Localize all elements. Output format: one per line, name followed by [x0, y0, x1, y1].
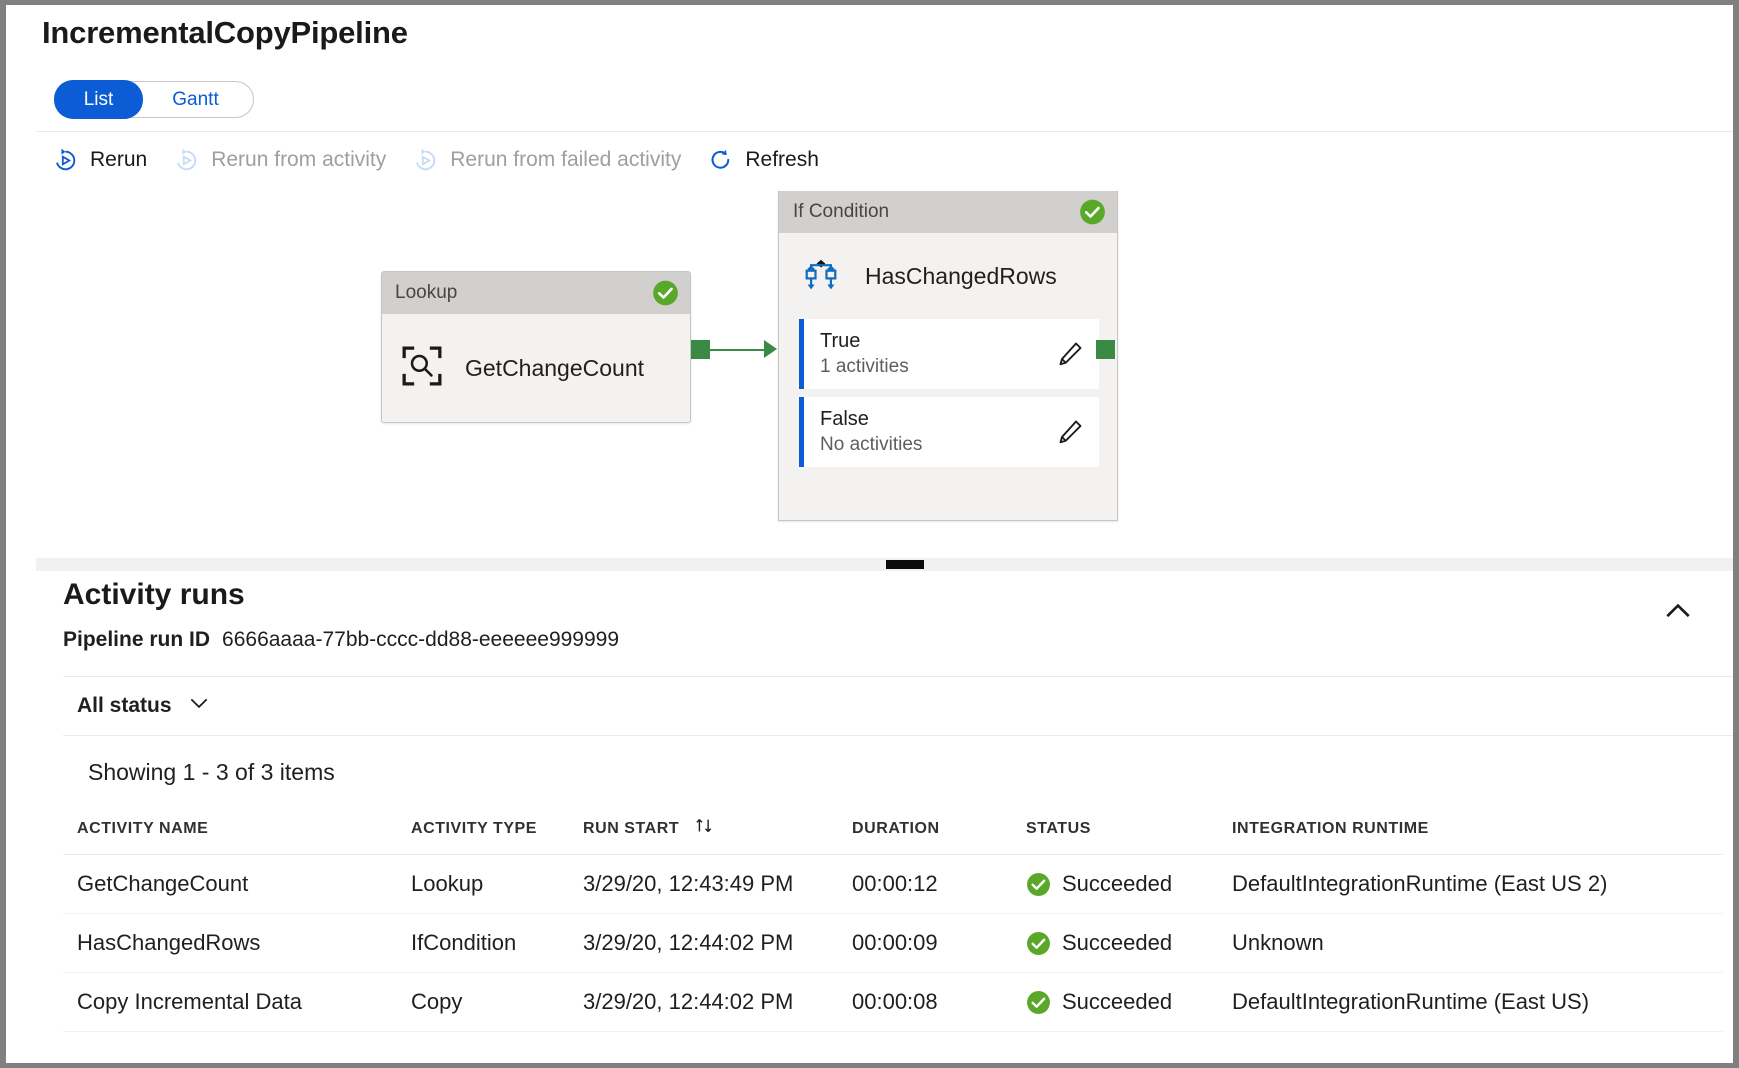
success-check-icon: [652, 280, 679, 307]
rerun-from-activity-label: Rerun from activity: [211, 148, 386, 172]
pipeline-run-id-value: 6666aaaa-77bb-cccc-dd88-eeeeee999999: [222, 628, 619, 652]
refresh-button[interactable]: Refresh: [707, 147, 819, 174]
table-row[interactable]: HasChangedRows IfCondition 3/29/20, 12:4…: [63, 914, 1723, 973]
column-header-run-start[interactable]: RUN START: [569, 803, 838, 855]
column-header-activity-type[interactable]: ACTIVITY TYPE: [397, 803, 569, 855]
table-row[interactable]: GetChangeCount Lookup 3/29/20, 12:43:49 …: [63, 855, 1723, 914]
cell-status: Succeeded: [1012, 914, 1218, 973]
if-branch-false[interactable]: False No activities: [799, 397, 1099, 467]
column-header-duration[interactable]: DURATION: [838, 803, 1012, 855]
cell-status: Succeeded: [1012, 973, 1218, 1032]
cell-run-start: 3/29/20, 12:44:02 PM: [569, 973, 838, 1032]
if-node-header: If Condition: [779, 191, 1117, 233]
connector-line: [708, 349, 764, 351]
rerun-label: Rerun: [90, 148, 147, 172]
branch-name-label: True: [820, 328, 909, 354]
status-label: Succeeded: [1062, 989, 1172, 1015]
cell-run-start: 3/29/20, 12:44:02 PM: [569, 914, 838, 973]
rerun-from-activity-icon: [173, 147, 200, 174]
branch-name-label: False: [820, 406, 922, 432]
rerun-from-failed-activity-button[interactable]: Rerun from failed activity: [412, 147, 681, 174]
activity-node-lookup[interactable]: Lookup GetChangeCount: [381, 271, 691, 423]
column-header-status[interactable]: STATUS: [1012, 803, 1218, 855]
refresh-label: Refresh: [745, 148, 819, 172]
cell-integration-runtime: DefaultIntegrationRuntime (East US): [1218, 973, 1723, 1032]
pencil-icon[interactable]: [1055, 339, 1085, 369]
node-body: GetChangeCount: [382, 314, 690, 422]
tab-gantt[interactable]: Gantt: [143, 81, 248, 118]
status-filter-label: All status: [77, 694, 172, 718]
rerun-button[interactable]: Rerun: [52, 147, 147, 174]
rerun-from-activity-button[interactable]: Rerun from activity: [173, 147, 386, 174]
node-type-label: Lookup: [395, 282, 457, 304]
branch-activity-count: 1 activities: [820, 354, 909, 380]
table-header-row: ACTIVITY NAME ACTIVITY TYPE RUN START DU…: [63, 803, 1723, 855]
success-check-icon: [1026, 990, 1051, 1015]
page-title: IncrementalCopyPipeline: [42, 15, 408, 51]
table-row[interactable]: Copy Incremental Data Copy 3/29/20, 12:4…: [63, 973, 1723, 1032]
if-node-type-label: If Condition: [793, 201, 889, 223]
if-node-title-row: HasChangedRows: [779, 233, 1117, 319]
activity-node-if-condition[interactable]: If Condition: [778, 191, 1118, 521]
pipeline-run-id-label: Pipeline run ID: [63, 628, 210, 652]
cell-duration: 00:00:08: [838, 973, 1012, 1032]
connector-arrowhead: [764, 340, 777, 358]
if-branch-true[interactable]: True 1 activities: [799, 319, 1099, 389]
pipeline-run-id-row: Pipeline run ID 6666aaaa-77bb-cccc-dd88-…: [63, 628, 619, 652]
cell-integration-runtime: Unknown: [1218, 914, 1723, 973]
rerun-from-failed-activity-icon: [412, 147, 439, 174]
chevron-up-icon[interactable]: [1660, 593, 1696, 629]
status-label: Succeeded: [1062, 871, 1172, 897]
pencil-icon[interactable]: [1055, 417, 1085, 447]
showing-count-text: Showing 1 - 3 of 3 items: [88, 759, 335, 786]
cell-activity-type: IfCondition: [397, 914, 569, 973]
command-toolbar: Rerun Rerun from activity Rerun from: [36, 131, 1733, 189]
status-label: Succeeded: [1062, 930, 1172, 956]
cell-activity-name: HasChangedRows: [63, 914, 397, 973]
status-filter-dropdown[interactable]: All status: [77, 690, 212, 722]
chevron-down-icon: [186, 690, 212, 722]
branch-text-block: True 1 activities: [804, 328, 909, 380]
success-check-icon: [1026, 931, 1051, 956]
branch-text-block: False No activities: [804, 406, 922, 458]
cell-activity-name: Copy Incremental Data: [63, 973, 397, 1032]
cell-status: Succeeded: [1012, 855, 1218, 914]
tab-list[interactable]: List: [54, 80, 143, 119]
status-filter-bar: All status: [63, 676, 1733, 736]
node-header: Lookup: [382, 272, 690, 314]
cell-run-start: 3/29/20, 12:43:49 PM: [569, 855, 838, 914]
canvas-hscrollbar-thumb[interactable]: [886, 560, 924, 569]
column-header-run-start-label: RUN START: [583, 820, 679, 837]
column-header-activity-name[interactable]: ACTIVITY NAME: [63, 803, 397, 855]
pipeline-canvas[interactable]: Lookup GetChangeCount: [36, 188, 1733, 558]
cell-activity-name: GetChangeCount: [63, 855, 397, 914]
canvas-hscrollbar-track[interactable]: [36, 558, 1733, 571]
success-check-icon: [1079, 199, 1106, 226]
if-node-output-port[interactable]: [1096, 340, 1115, 359]
cell-activity-type: Copy: [397, 973, 569, 1032]
if-node-name-label: HasChangedRows: [865, 263, 1057, 290]
cell-duration: 00:00:12: [838, 855, 1012, 914]
view-switcher: List Gantt: [54, 81, 254, 118]
sort-updown-icon[interactable]: [693, 815, 715, 842]
rerun-from-failed-activity-label: Rerun from failed activity: [450, 148, 681, 172]
activity-runs-title: Activity runs: [63, 578, 245, 612]
column-header-integration-runtime[interactable]: INTEGRATION RUNTIME: [1218, 803, 1723, 855]
cell-duration: 00:00:09: [838, 914, 1012, 973]
cell-activity-type: Lookup: [397, 855, 569, 914]
cell-integration-runtime: DefaultIntegrationRuntime (East US 2): [1218, 855, 1723, 914]
branch-activity-count: No activities: [820, 432, 922, 458]
if-condition-branch-icon: [799, 252, 843, 301]
node-name-label: GetChangeCount: [465, 355, 644, 382]
activity-runs-table: ACTIVITY NAME ACTIVITY TYPE RUN START DU…: [63, 803, 1723, 1032]
success-check-icon: [1026, 872, 1051, 897]
refresh-icon: [707, 147, 734, 174]
lookup-magnifier-icon: [401, 345, 443, 392]
rerun-icon: [52, 147, 79, 174]
pipeline-run-page: IncrementalCopyPipeline List Gantt Rerun: [6, 5, 1733, 1063]
